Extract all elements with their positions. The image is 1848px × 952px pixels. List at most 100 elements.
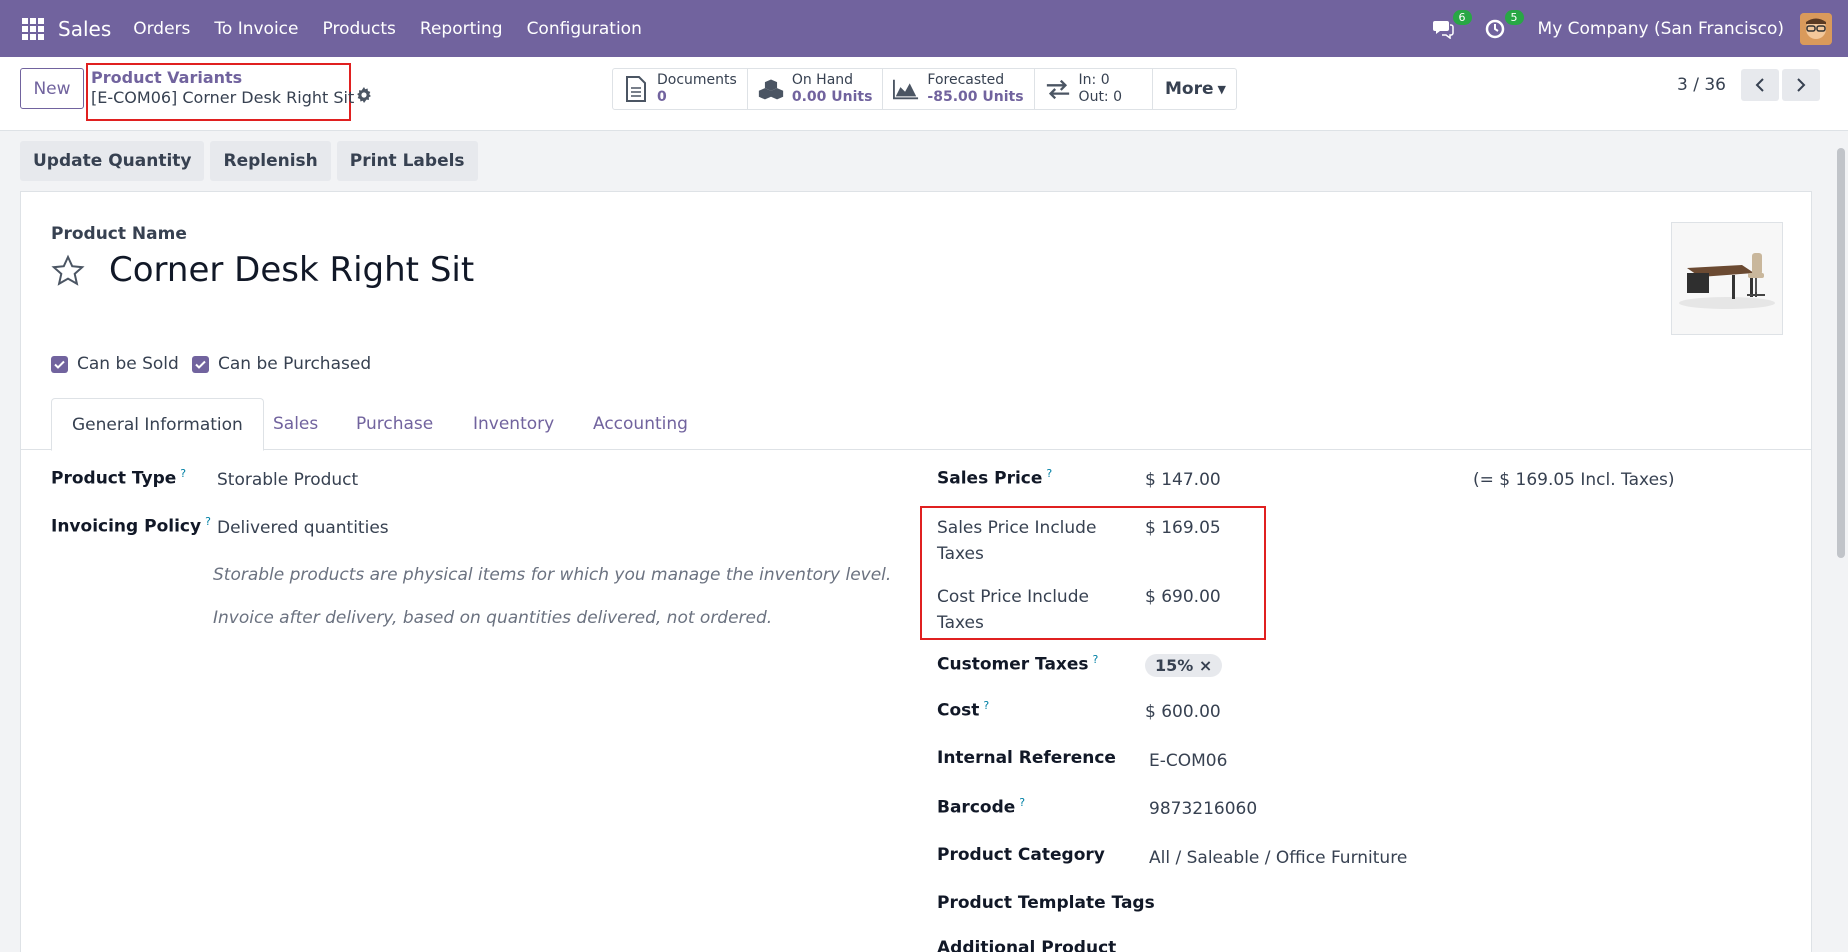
invoicing-policy-field[interactable]: Delivered quantities — [217, 518, 389, 538]
tab-accounting[interactable]: Accounting — [573, 398, 708, 450]
apps-grid-icon[interactable] — [22, 17, 44, 40]
scrollbar-thumb[interactable] — [1837, 148, 1845, 558]
product-template-tags-label: Product Template Tags — [937, 893, 1155, 913]
pager-next-button[interactable] — [1782, 69, 1820, 101]
can-be-sold-label: Can be Sold — [77, 354, 179, 374]
cost-label: Cost — [937, 700, 980, 721]
customer-taxes-label: Customer Taxes — [937, 654, 1089, 675]
caret-down-icon: ▼ — [1217, 82, 1226, 96]
customer-taxes-field[interactable]: 15% × — [1145, 654, 1223, 677]
messages-icon[interactable]: 6 — [1430, 9, 1472, 42]
new-button[interactable]: New — [20, 68, 84, 109]
gear-icon[interactable] — [356, 87, 372, 103]
barcode-label: Barcode — [937, 797, 1016, 818]
tab-general-information[interactable]: General Information — [51, 398, 264, 451]
menu-orders[interactable]: Orders — [133, 19, 190, 39]
notebook-tabs: General Information Sales Purchase Inven… — [21, 398, 1811, 451]
chevron-right-icon — [1797, 78, 1806, 92]
documents-value: 0 — [657, 89, 667, 105]
invoicing-policy-label: Invoicing Policy — [51, 516, 202, 537]
product-name-field[interactable]: Corner Desk Right Sit — [109, 250, 474, 290]
replenish-button[interactable]: Replenish — [210, 141, 331, 181]
product-type-row: Product Type? — [51, 467, 186, 489]
menu-to-invoice[interactable]: To Invoice — [214, 19, 298, 39]
help-tooltip-icon[interactable]: ? — [205, 515, 211, 528]
remove-tag-icon[interactable]: × — [1199, 656, 1212, 675]
additional-product-label: Additional Product — [937, 938, 1117, 952]
help-tooltip-icon[interactable]: ? — [1019, 796, 1025, 809]
sales-price-label: Sales Price — [937, 468, 1043, 489]
more-dropdown[interactable]: More ▼ — [1153, 69, 1236, 109]
incl-taxes-text: (= $ 169.05 Incl. Taxes) — [1473, 470, 1675, 490]
sales-price-field[interactable]: $ 147.00 — [1145, 470, 1221, 490]
breadcrumb-parent-link[interactable]: Product Variants — [91, 68, 347, 87]
help-tooltip-icon[interactable]: ? — [1093, 653, 1099, 666]
company-switcher[interactable]: My Company (San Francisco) — [1538, 19, 1784, 39]
sales-price-row: Sales Price? — [937, 467, 1052, 489]
menu-configuration[interactable]: Configuration — [527, 19, 642, 39]
cubes-icon — [758, 76, 784, 102]
chevron-left-icon — [1755, 78, 1764, 92]
app-brand[interactable]: Sales — [58, 17, 111, 41]
product-image[interactable] — [1671, 222, 1783, 335]
onhand-value: 0.00 Units — [791, 89, 873, 105]
user-avatar[interactable] — [1800, 12, 1832, 45]
update-quantity-button[interactable]: Update Quantity — [20, 141, 205, 181]
top-navbar: Sales Orders To Invoice Products Reporti… — [0, 0, 1848, 57]
help-tooltip-icon[interactable]: ? — [180, 467, 186, 480]
form-sheet: Product Name Corner Desk Right Sit Can b… — [20, 191, 1812, 952]
forecasted-label: Forecasted — [927, 72, 1005, 88]
header-actions: Update Quantity Replenish Print Labels — [20, 141, 484, 181]
in-label: In: 0 — [1078, 72, 1110, 88]
tab-inventory[interactable]: Inventory — [453, 398, 574, 450]
invoice-note: Invoice after delivery, based on quantit… — [213, 608, 773, 628]
can-be-purchased-checkbox[interactable]: Can be Purchased — [192, 354, 371, 374]
menu-reporting[interactable]: Reporting — [420, 19, 503, 39]
in-out-smart-button[interactable]: In: 0 Out: 0 — [1035, 69, 1154, 109]
cost-row: Cost? — [937, 699, 989, 721]
onhand-label: On Hand — [791, 72, 854, 88]
cost-field[interactable]: $ 600.00 — [1145, 702, 1221, 722]
barcode-field[interactable]: 9873216060 — [1149, 799, 1257, 819]
documents-label: Documents — [657, 72, 737, 88]
pager-previous-button[interactable] — [1741, 69, 1779, 101]
print-labels-button[interactable]: Print Labels — [336, 141, 478, 181]
menu-products[interactable]: Products — [323, 19, 396, 39]
smart-buttons: Documents 0 On Hand 0.00 Units Forecaste… — [612, 68, 1237, 110]
barcode-row: Barcode? — [937, 796, 1025, 818]
breadcrumb-current: [E-COM06] Corner Desk Right Sit — [91, 88, 355, 107]
invoicing-policy-row: Invoicing Policy? — [51, 515, 211, 537]
can-be-sold-checkbox[interactable]: Can be Sold — [51, 354, 179, 374]
highlight-box — [920, 506, 1266, 640]
exchange-icon — [1045, 76, 1071, 102]
star-icon[interactable] — [51, 254, 85, 288]
forecasted-smart-button[interactable]: Forecasted -85.00 Units — [883, 69, 1035, 109]
product-category-field[interactable]: All / Saleable / Office Furniture — [1149, 848, 1407, 868]
help-tooltip-icon[interactable]: ? — [983, 699, 989, 712]
internal-reference-label: Internal Reference — [937, 748, 1116, 768]
document-icon — [623, 76, 649, 102]
help-tooltip-icon[interactable]: ? — [1046, 467, 1052, 480]
internal-reference-field[interactable]: E-COM06 — [1149, 751, 1227, 771]
storable-note: Storable products are physical items for… — [213, 565, 892, 585]
product-type-label: Product Type — [51, 468, 177, 489]
checkbox-checked-icon[interactable] — [192, 355, 209, 373]
area-chart-icon — [893, 76, 919, 102]
product-name-label: Product Name — [51, 224, 187, 244]
documents-smart-button[interactable]: Documents 0 — [613, 69, 748, 109]
product-category-label: Product Category — [937, 845, 1105, 865]
more-label: More — [1165, 79, 1214, 99]
tax-tag-label: 15% — [1155, 656, 1194, 675]
can-be-purchased-label: Can be Purchased — [218, 354, 372, 374]
activities-icon[interactable]: 5 — [1482, 9, 1524, 42]
checkbox-checked-icon[interactable] — [51, 355, 68, 373]
tab-sales[interactable]: Sales — [253, 398, 338, 450]
product-type-field[interactable]: Storable Product — [217, 470, 358, 490]
out-label: Out: 0 — [1078, 89, 1123, 105]
pager: 3 / 36 — [1677, 69, 1820, 101]
onhand-smart-button[interactable]: On Hand 0.00 Units — [748, 69, 884, 109]
messages-badge: 6 — [1452, 9, 1472, 25]
forecasted-value: -85.00 Units — [927, 89, 1024, 105]
pager-value[interactable]: 3 / 36 — [1677, 75, 1726, 95]
tab-purchase[interactable]: Purchase — [336, 398, 453, 450]
